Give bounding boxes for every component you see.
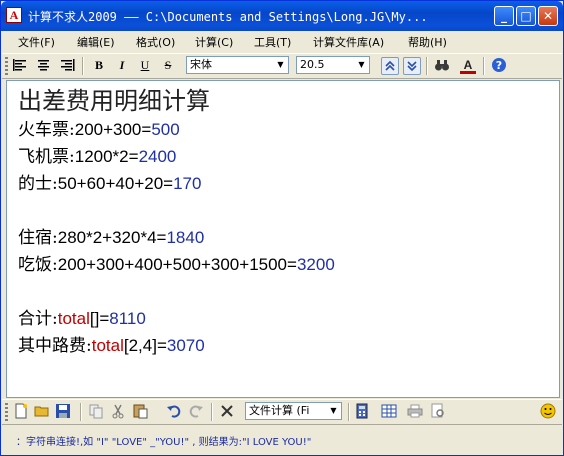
menu-file[interactable]: 文件(F) [18,34,55,50]
align-left-icon[interactable] [13,57,29,73]
decrease-size-icon[interactable] [403,57,421,75]
smiley-icon[interactable] [540,403,556,419]
underline-button[interactable]: U [137,57,153,73]
calc-label: 飞机票: [18,147,75,167]
align-center-icon[interactable] [36,57,52,73]
font-color-button[interactable]: A [460,57,476,74]
calc-result: 3200 [296,255,335,274]
function-args: []= [89,309,110,328]
calc-result: 500 [151,120,180,139]
menu-edit[interactable]: 编辑(E) [77,34,115,50]
menu-help[interactable]: 帮助(H) [408,34,447,50]
increase-size-icon[interactable] [381,57,399,75]
title-bar[interactable]: A 计算不求人2009 —— C:\Documents and Settings… [1,1,563,31]
calc-label: 的士: [18,174,58,194]
calc-line[interactable]: 的士:50+60+40+20=170 [18,173,201,195]
new-file-icon[interactable] [13,403,29,419]
font-color-swatch [460,71,476,74]
total-line[interactable]: 合计:total[]=8110 [18,308,146,330]
undo-icon[interactable] [166,403,182,419]
strikethrough-button[interactable]: S [160,57,176,73]
paste-icon[interactable] [132,403,148,419]
maximize-button[interactable]: □ [516,6,536,26]
redo-icon[interactable] [188,403,204,419]
menu-calculate[interactable]: 计算(C) [195,34,233,50]
font-size-value: 20.5 [300,58,325,71]
font-name-select[interactable]: 宋体 ▼ [186,56,289,74]
toolbar-grip[interactable] [5,57,8,75]
print-icon[interactable] [407,403,423,419]
chevron-down-icon[interactable]: ▼ [326,403,341,419]
calc-expression: 280*2+320*4= [57,228,167,247]
chevron-down-icon[interactable]: ▼ [273,57,288,73]
app-window: A 计算不求人2009 —— C:\Documents and Settings… [0,0,564,456]
font-size-select[interactable]: 20.5 ▼ [296,56,370,74]
menu-calc-library[interactable]: 计算文件库(A) [313,34,384,50]
open-folder-icon[interactable] [34,403,50,419]
save-icon[interactable] [55,403,71,419]
calc-label: 吃饭: [18,255,58,275]
toolbar-separator [80,403,82,421]
find-icon[interactable] [434,57,450,73]
help-icon[interactable]: ? [491,57,507,73]
bold-button[interactable]: B [91,57,107,73]
function-name: total [57,309,90,328]
status-bar: ：字符串连接!,如 "I" "LOVE" _"YOU!" , 则结果为:"I L… [2,427,562,455]
calc-result: 3070 [166,336,205,355]
format-toolbar: B I U S 宋体 ▼ 20.5 ▼ A ? [2,53,562,79]
calc-expression: 200+300+400+500+300+1500= [57,255,297,274]
close-button[interactable]: ✕ [538,6,558,26]
menu-format[interactable]: 格式(O) [136,34,175,50]
toolbar-separator [483,57,485,75]
menu-bar: 文件(F) 编辑(E) 格式(O) 计算(C) 工具(T) 计算文件库(A) 帮… [2,31,562,52]
minimize-button[interactable]: _ [494,6,514,26]
calc-result: 170 [173,174,202,193]
app-icon[interactable]: A [6,7,22,23]
italic-button[interactable]: I [114,57,130,73]
status-tip: ：字符串连接!,如 "I" "LOVE" _"YOU!" , 则结果为:"I L… [16,437,312,448]
calc-mode-value: 文件计算 (Fi [249,404,310,417]
calc-result: 1840 [166,228,205,247]
calc-expression: 200+300= [74,120,152,139]
calc-line[interactable]: 吃饭:200+300+400+500+300+1500=3200 [18,254,335,276]
menu-tools[interactable]: 工具(T) [254,34,291,50]
chevron-down-icon[interactable]: ▼ [354,57,369,73]
font-name-value: 宋体 [190,58,212,71]
calc-result: 8110 [109,309,146,328]
calc-line[interactable]: 飞机票:1200*2=2400 [18,146,176,168]
calc-line[interactable]: 住宿:280*2+320*4=1840 [18,227,204,249]
calculation-editor[interactable]: 出差费用明细计算 火车票:200+300=500 飞机票:1200*2=2400… [6,80,560,398]
align-right-icon[interactable] [59,57,75,73]
toolbar-separator [82,57,84,75]
toolbar-separator [426,57,428,75]
function-name: total [91,336,124,355]
calc-expression: 1200*2= [74,147,139,166]
calc-result: 2400 [138,147,177,166]
delete-icon[interactable] [219,403,235,419]
calculator-icon[interactable] [354,403,370,419]
calc-mode-select[interactable]: 文件计算 (Fi ▼ [245,402,342,420]
cut-icon[interactable] [110,403,126,419]
function-args: [2,4]= [123,336,167,355]
calc-label: 火车票: [18,120,75,140]
toolbar-grip[interactable] [5,403,8,421]
window-title: 计算不求人2009 —— C:\Documents and Settings\L… [28,10,428,24]
calc-expression: 50+60+40+20= [57,174,174,193]
calc-label: 住宿: [18,228,58,248]
toolbar-separator [348,403,350,421]
table-icon[interactable] [381,403,397,419]
print-preview-icon[interactable] [430,403,446,419]
font-color-glyph: A [463,58,473,72]
partial-total-line[interactable]: 其中路费:total[2,4]=3070 [18,335,205,357]
editor-heading: 出差费用明细计算 [18,87,210,115]
toolbar-separator [211,403,213,421]
svg-text:?: ? [496,59,502,72]
calc-label: 合计: [18,309,58,329]
calc-line[interactable]: 火车票:200+300=500 [18,119,180,141]
copy-icon[interactable] [88,403,104,419]
main-toolbar: 文件计算 (Fi ▼ [2,399,562,425]
calc-label: 其中路费: [18,336,92,356]
